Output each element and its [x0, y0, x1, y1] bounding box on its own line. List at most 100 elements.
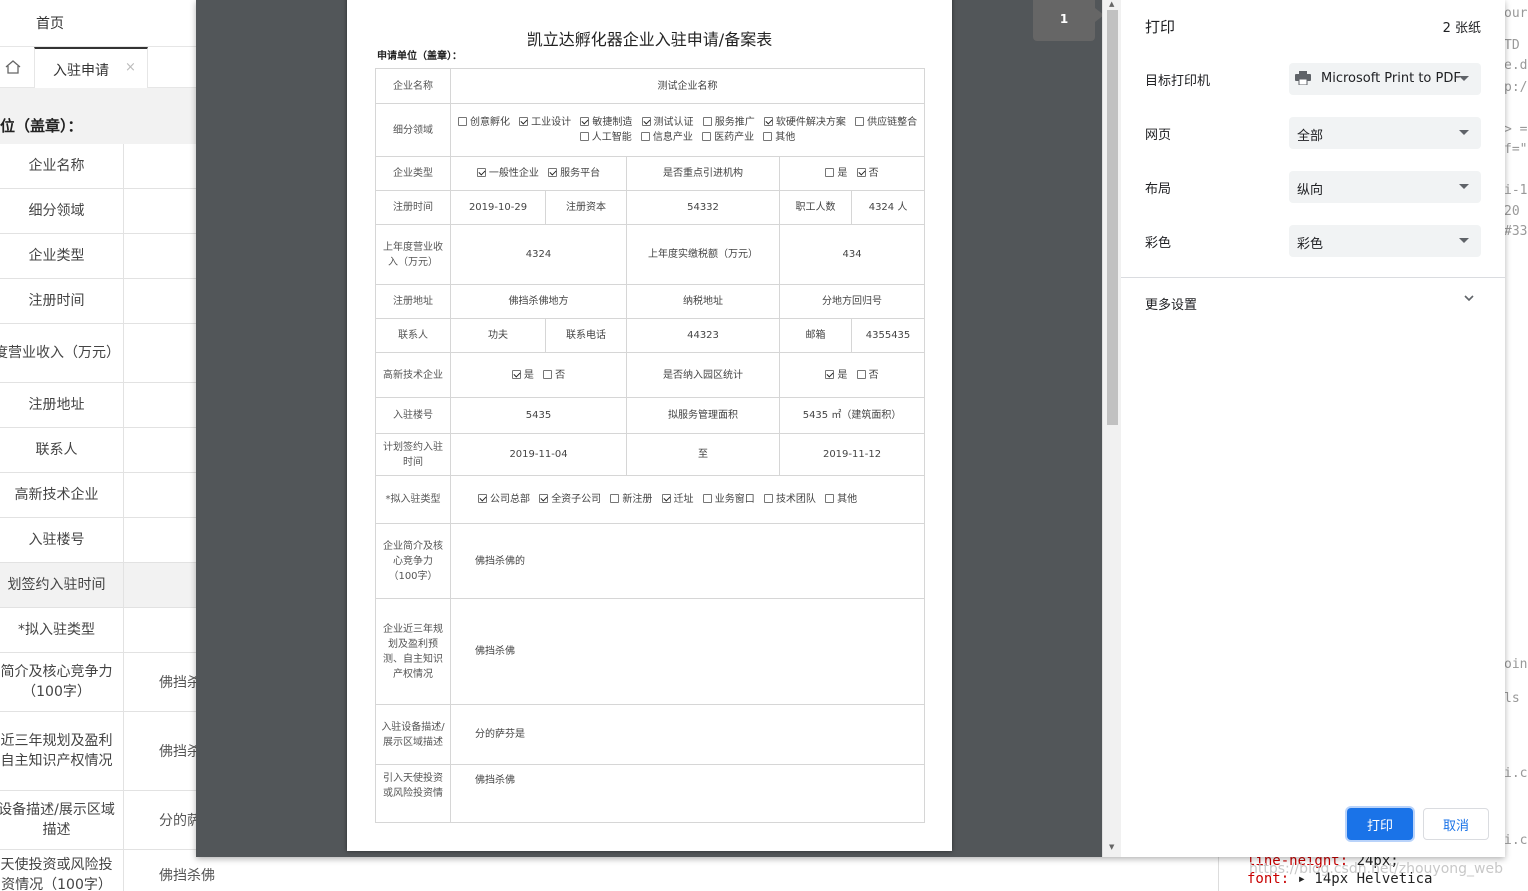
- checkbox-unchecked-icon: [543, 369, 553, 379]
- checkbox-option: 医药产业: [702, 132, 754, 143]
- print-button[interactable]: 打印: [1347, 808, 1413, 840]
- checkbox-option: 是: [825, 369, 847, 381]
- checkbox-checked-icon: [548, 168, 558, 177]
- checkbox-unchecked-icon: [640, 132, 650, 141]
- checkbox-label: 服务推广: [714, 117, 755, 128]
- preview-page: 凯立达孵化器企业入驻申请/备案表 申请单位（盖章）： 企业名称 测试企业名称 细…: [347, 0, 952, 851]
- checkbox-checked-icon: [825, 369, 835, 379]
- tab-label: 入驻申请: [53, 63, 109, 79]
- bg-form-label: 企业类型: [0, 234, 124, 278]
- destination-row: 目标打印机 Microsoft Print to PDF: [1145, 63, 1481, 95]
- checkbox-option: 人工智能: [579, 132, 632, 143]
- form-unit-label: 位（盖章）：: [0, 117, 83, 135]
- bg-form-label: 注册时间: [0, 279, 124, 323]
- checkbox-option: 创意孵化: [457, 117, 510, 128]
- checkbox-option: 是: [825, 168, 847, 179]
- table-row: 上年度营业收入（万元） 4324 上年度实缴税额（万元） 434: [375, 224, 926, 285]
- cancel-button[interactable]: 取消: [1423, 808, 1489, 840]
- checkbox-option: 其他: [763, 132, 795, 143]
- key-options: 是 否: [778, 156, 926, 191]
- more-settings-toggle[interactable]: 更多设置: [1145, 294, 1197, 313]
- print-title: 打印: [1145, 18, 1176, 36]
- bg-form-row: 设备描述/展示区域描述 分的萨: [0, 791, 201, 850]
- scrollbar-thumb[interactable]: [1107, 10, 1118, 425]
- bg-form-row: 高新技术企业: [0, 473, 196, 518]
- checkbox-unchecked-icon: [610, 494, 620, 503]
- checkbox-checked-icon: [476, 168, 486, 177]
- bg-form-label: 近三年规划及盈利自主知识产权情况: [0, 712, 124, 790]
- scroll-up-icon[interactable]: ▲: [1109, 0, 1114, 8]
- print-preview: 凯立达孵化器企业入驻申请/备案表 申请单位（盖章）： 企业名称 测试企业名称 细…: [196, 0, 1121, 857]
- page-number-badge: 1: [1033, 0, 1104, 41]
- checkbox-label: 新注册: [622, 494, 653, 505]
- expand-chevron-icon[interactable]: [1461, 290, 1477, 306]
- table-row: 引入天使投资或风险投资情 佛挡杀佛: [375, 764, 926, 823]
- bg-form-row: 简介及核心竞争力（100字） 佛挡杀: [0, 653, 201, 712]
- watermark: https://blog.csdn.net/zhouyong_web: [1249, 861, 1503, 877]
- checkbox-label: 信息产业: [652, 132, 693, 143]
- table-row: 计划签约入驻时间 2019-11-04 至 2019-11-12: [375, 433, 926, 476]
- bg-form-label: 入驻楼号: [0, 518, 124, 562]
- close-icon[interactable]: ×: [125, 60, 136, 75]
- table-row: 注册地址 佛挡杀佛地方 纳税地址 分地方回归号: [375, 284, 926, 319]
- printer-icon: [1295, 71, 1311, 85]
- code-fragment: p:/: [1504, 80, 1528, 95]
- bg-form-row: 联系人: [0, 428, 196, 473]
- checkbox-checked-icon: [539, 494, 549, 503]
- hitech-options: 是 否: [450, 352, 627, 398]
- checkbox-label: 否: [555, 369, 566, 381]
- checkbox-label: 工业设计: [531, 117, 572, 128]
- color-select[interactable]: 彩色: [1289, 225, 1481, 257]
- code-fragment: > =: [1504, 122, 1528, 137]
- code-fragment: i.c: [1504, 766, 1528, 781]
- checkbox-option: 供应链整合: [855, 117, 917, 128]
- checkbox-label: 技术团队: [775, 494, 816, 505]
- code-fragment: TD h: [1504, 38, 1528, 53]
- checkbox-option: 否: [543, 369, 566, 381]
- code-fragment: f=": [1504, 142, 1528, 157]
- checkbox-option: 是: [511, 369, 534, 381]
- checkbox-unchecked-icon: [579, 132, 589, 141]
- checkbox-option: 软硬件解决方案: [763, 117, 846, 128]
- checkbox-checked-icon: [661, 494, 671, 503]
- checkbox-checked-icon: [580, 117, 590, 126]
- checkbox-label: 医药产业: [714, 132, 755, 143]
- color-row: 彩色 彩色: [1145, 225, 1481, 257]
- chevron-down-icon: [1459, 238, 1469, 243]
- bg-form-row: 天使投资或风险投资情况（100字） 佛挡杀佛: [0, 850, 215, 891]
- bg-form-row: 入驻楼号: [0, 518, 196, 563]
- print-settings: 打印 2 张纸 目标打印机 Microsoft Print to PDF 网页 …: [1121, 0, 1505, 857]
- bg-form-row: 注册时间: [0, 279, 196, 324]
- code-fragment: e.dt: [1504, 58, 1528, 73]
- bg-form-label: 注册地址: [0, 383, 124, 427]
- bg-form-row: 企业名称: [0, 144, 196, 189]
- checkbox-label: 否: [868, 168, 879, 179]
- checkbox-checked-icon: [519, 117, 529, 126]
- checkbox-option: 技术团队: [763, 494, 816, 505]
- stat-options: 是 否: [778, 352, 926, 398]
- bg-form-row: 注册地址: [0, 383, 196, 428]
- checkbox-option: 业务窗口: [702, 494, 755, 505]
- checkbox-label: 是: [837, 168, 848, 179]
- layout-select[interactable]: 纵向: [1289, 171, 1481, 203]
- scroll-down-icon[interactable]: ▼: [1109, 843, 1114, 851]
- checkbox-unchecked-icon: [457, 117, 467, 126]
- doc-unit-label: 申请单位（盖章）：: [377, 51, 462, 62]
- checkbox-label: 服务平台: [560, 168, 601, 179]
- table-row: 入驻设备描述/展示区域描述 分的萨芬是: [375, 704, 926, 765]
- tab-application[interactable]: 入驻申请 ×: [34, 47, 148, 88]
- home-icon[interactable]: [4, 58, 22, 76]
- checkbox-option: 测试认证: [641, 117, 694, 128]
- tab-bar: 入驻申请 ×: [0, 47, 196, 88]
- table-row: *拟入驻类型 公司总部 全资子公司 新注册 迁址 业务窗口 技术团队 其他: [375, 475, 926, 524]
- nav-home-link[interactable]: 首页: [36, 13, 64, 33]
- layout-row: 布局 纵向: [1145, 171, 1481, 203]
- destination-select[interactable]: Microsoft Print to PDF: [1289, 63, 1481, 95]
- bg-form-row: 近三年规划及盈利自主知识产权情况 佛挡杀: [0, 712, 201, 791]
- checkbox-label: 否: [868, 369, 879, 381]
- bg-form-label: 简介及核心竞争力（100字）: [0, 653, 124, 711]
- checkbox-option: 否: [856, 369, 879, 381]
- pages-select[interactable]: 全部: [1289, 117, 1481, 149]
- settle-options: 公司总部 全资子公司 新注册 迁址 业务窗口 技术团队 其他: [449, 475, 926, 524]
- preview-scrollbar[interactable]: ▲ ▼: [1102, 0, 1121, 857]
